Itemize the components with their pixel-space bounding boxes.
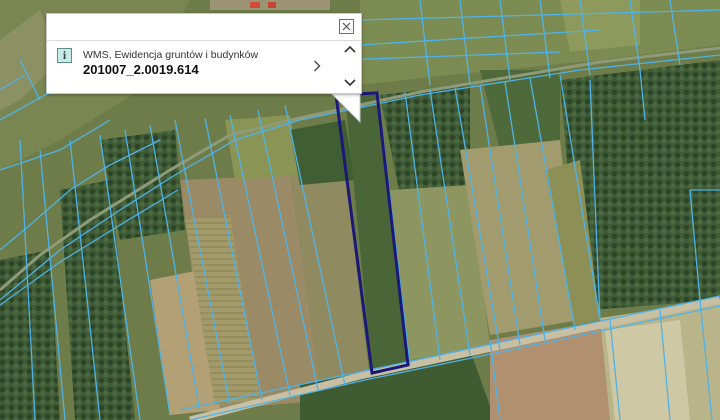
layer-source-label: WMS, Ewidencja gruntów i budynków — [83, 49, 259, 61]
chevron-down-icon[interactable] — [343, 77, 357, 89]
popup-divider — [47, 40, 361, 41]
parcel-id: 201007_2.0019.614 — [83, 62, 199, 77]
close-icon[interactable] — [339, 19, 354, 34]
chevron-right-icon[interactable] — [309, 57, 325, 75]
info-icon: i — [57, 48, 72, 63]
feature-info-popup: i WMS, Ewidencja gruntów i budynków 2010… — [46, 13, 362, 94]
map-view[interactable]: i WMS, Ewidencja gruntów i budynków 2010… — [0, 0, 720, 420]
popup-pointer — [330, 92, 361, 124]
chevron-up-icon[interactable] — [343, 43, 357, 55]
